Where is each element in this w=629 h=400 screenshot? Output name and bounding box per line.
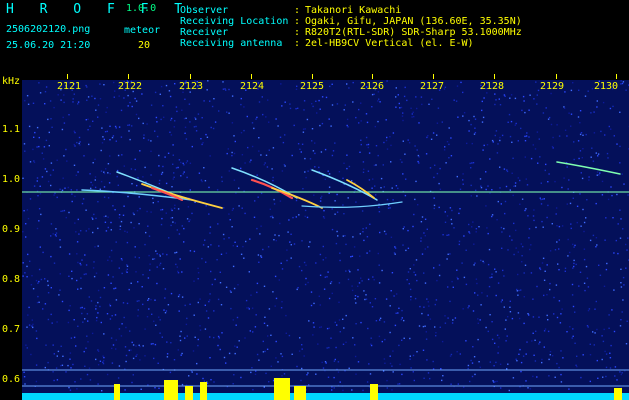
x-tick-mark (433, 74, 434, 79)
level-bar (114, 384, 120, 400)
level-bar (185, 386, 193, 400)
meteor-count: 20 (138, 40, 151, 51)
y-tick-label: 0.8 (2, 274, 21, 285)
info-key-receiver: Receiver (180, 27, 229, 38)
file-datetime: 25.06.20 21:20 (6, 40, 91, 51)
x-tick-label: 2122 (117, 81, 143, 92)
level-bar (294, 386, 306, 400)
colon: : (294, 27, 301, 38)
x-tick-mark (494, 74, 495, 79)
x-tick-mark (128, 74, 129, 79)
x-tick-label: 2124 (239, 81, 265, 92)
app-version: 1.0.0 (126, 3, 157, 14)
header-panel: H R O F F T 1.0.0 2506202120.png 25.06.2… (0, 0, 629, 72)
level-bar (274, 378, 290, 400)
info-value-observer: Takanori Kawachi (305, 5, 402, 16)
axis-unit-label: kHz (2, 76, 21, 87)
x-tick-label: 2130 (593, 81, 619, 92)
y-tick-label: 0.6 (2, 374, 21, 385)
x-tick-label: 2125 (299, 81, 325, 92)
x-tick-mark (556, 74, 557, 79)
colon: : (294, 38, 301, 49)
info-key-antenna: Receiving antenna (180, 38, 283, 49)
x-tick-label: 2127 (419, 81, 445, 92)
y-tick-label: 1.0 (2, 174, 21, 185)
x-tick-mark (312, 74, 313, 79)
info-key-location: Receiving Location (180, 16, 289, 27)
info-value-location: Ogaki, Gifu, JAPAN (136.60E, 35.35N) (305, 16, 522, 27)
file-name: 2506202120.png (6, 24, 91, 35)
x-tick-mark (190, 74, 191, 79)
x-tick-label: 2121 (56, 81, 82, 92)
x-tick-mark (616, 74, 617, 79)
x-tick-mark (67, 74, 68, 79)
x-tick-label: 2128 (479, 81, 505, 92)
x-tick-label: 2123 (178, 81, 204, 92)
level-bar-base (22, 393, 629, 400)
colon: : (294, 5, 301, 16)
app-logo: H R O F F T (6, 2, 192, 17)
level-bar (200, 382, 207, 400)
meteor-label: meteor (124, 25, 161, 36)
colon: : (294, 16, 301, 27)
spectrogram-background (22, 80, 629, 400)
spectrogram (22, 80, 629, 400)
level-bar (370, 384, 378, 400)
level-bar (164, 380, 178, 400)
y-tick-label: 0.7 (2, 324, 21, 335)
info-value-antenna: 2el-HB9CV Vertical (el. E-W) (305, 38, 474, 49)
y-tick-label: 1.1 (2, 124, 21, 135)
x-tick-label: 2129 (539, 81, 565, 92)
info-value-receiver: R820T2(RTL-SDR) SDR-Sharp 53.1000MHz (305, 27, 522, 38)
level-bar (614, 388, 622, 400)
y-tick-label: 0.9 (2, 224, 21, 235)
x-tick-label: 2126 (359, 81, 385, 92)
x-tick-mark (372, 74, 373, 79)
info-key-observer: Observer (180, 5, 229, 16)
x-tick-mark (251, 74, 252, 79)
